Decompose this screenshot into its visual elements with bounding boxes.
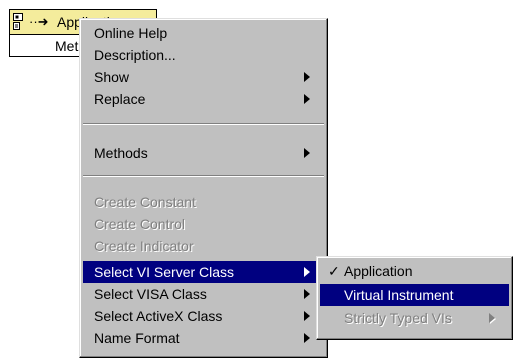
menu-item-label: Name Format	[94, 330, 180, 346]
menu-item-online-help[interactable]: Online Help	[83, 22, 324, 44]
menu-item-label: Online Help	[94, 25, 168, 41]
submenu-item-application[interactable]: ✓ Application	[320, 260, 509, 282]
submenu-arrow-icon	[304, 148, 310, 158]
menu-item-label: Select VISA Class	[94, 286, 207, 302]
submenu-arrow-icon	[304, 94, 310, 104]
checkmark-icon: ✓	[328, 263, 340, 279]
menu-item-label: Create Control	[94, 216, 186, 232]
menu-item-label: Methods	[94, 145, 148, 161]
submenu-item-strictly-typed-vis: Strictly Typed VIs	[320, 307, 509, 329]
submenu-item-label: Strictly Typed VIs	[344, 310, 452, 326]
menu-item-select-vi-server-class[interactable]: Select VI Server Class	[83, 261, 324, 283]
submenu-arrow-icon	[489, 313, 495, 323]
menu-separator	[83, 175, 324, 177]
menu-item-label: Select ActiveX Class	[94, 308, 223, 324]
submenu-item-label: Application	[344, 263, 413, 279]
menu-item-select-activex-class[interactable]: Select ActiveX Class	[83, 305, 324, 327]
vi-reference-icon	[13, 13, 23, 30]
menu-item-label: Show	[94, 69, 130, 85]
menu-item-methods[interactable]: Methods	[83, 142, 324, 164]
menu-item-create-indicator: Create Indicator	[83, 235, 324, 257]
menu-item-label: Select VI Server Class	[94, 264, 235, 280]
menu-item-name-format[interactable]: Name Format	[83, 327, 324, 349]
submenu-arrow-icon	[304, 311, 310, 321]
menu-item-replace[interactable]: Replace	[83, 88, 324, 110]
menu-item-create-constant: Create Constant	[83, 191, 324, 213]
vi-server-class-submenu: ✓ Application Virtual Instrument Strictl…	[316, 256, 513, 340]
context-menu: Online Help Description... Show Replace …	[79, 18, 328, 358]
menu-item-description[interactable]: Description...	[83, 44, 324, 66]
submenu-arrow-icon	[304, 72, 310, 82]
menu-item-create-control: Create Control	[83, 213, 324, 235]
menu-item-label: Create Constant	[94, 194, 196, 210]
menu-separator	[83, 123, 324, 125]
menu-item-label: Replace	[94, 91, 146, 107]
submenu-item-virtual-instrument[interactable]: Virtual Instrument	[320, 284, 509, 306]
menu-item-select-visa-class[interactable]: Select VISA Class	[83, 283, 324, 305]
menu-item-show[interactable]: Show	[83, 66, 324, 88]
submenu-arrow-icon	[304, 267, 310, 277]
menu-item-label: Description...	[94, 47, 176, 63]
wire-arrow-icon: ··➜	[29, 14, 49, 29]
submenu-arrow-icon	[304, 289, 310, 299]
submenu-item-label: Virtual Instrument	[344, 287, 454, 303]
menu-item-label: Create Indicator	[94, 238, 194, 254]
submenu-arrow-icon	[304, 333, 310, 343]
